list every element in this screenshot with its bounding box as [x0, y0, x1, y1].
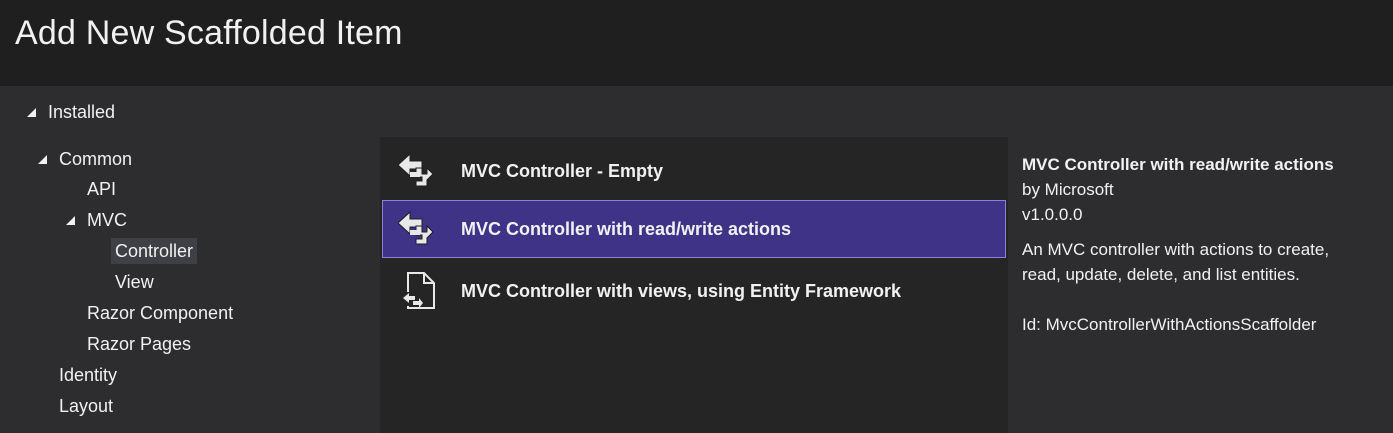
details-version: v1.0.0.0 [1022, 205, 1083, 224]
list-item-label: MVC Controller - Empty [461, 161, 664, 181]
scaffolder-list[interactable]: MVC Controller - Empty MVC Controller wi… [380, 137, 1008, 433]
list-item-mvc-controller-entity-framework[interactable]: MVC Controller with views, using Entity … [382, 262, 1006, 320]
tree-label-razor-component: Razor Component [87, 303, 234, 323]
tree-label-view: View [115, 272, 154, 292]
tree-label-razor-pages: Razor Pages [87, 334, 192, 354]
tree-label-api: API [87, 179, 117, 199]
list-item-mvc-controller-read-write[interactable]: MVC Controller with read/write actions [382, 200, 1006, 258]
list-item-mvc-controller-empty[interactable]: MVC Controller - Empty [382, 142, 1006, 200]
details-author: by Microsoft [1022, 180, 1114, 199]
expanded-triangle-icon[interactable] [65, 207, 79, 233]
list-item-label: MVC Controller with views, using Entity … [461, 281, 902, 301]
dialog-title-bar: Add New Scaffolded Item [0, 0, 1393, 86]
details-id: Id: MvcControllerWithActionsScaffolder [1022, 315, 1317, 334]
controller-icon [394, 208, 440, 250]
tree-label-installed: Installed [48, 102, 116, 122]
tree-label-mvc: MVC [87, 210, 127, 230]
expanded-triangle-icon[interactable] [37, 146, 51, 172]
expanded-triangle-icon[interactable] [26, 99, 40, 125]
list-item-label: MVC Controller with read/write actions [461, 219, 792, 239]
tree-label-identity: Identity [59, 365, 118, 385]
details-panel: MVC Controller with read/write actions b… [1022, 152, 1382, 337]
tree-label-controller: Controller [111, 238, 198, 264]
dialog-body: Installed Common API MVC Controller View… [0, 86, 1393, 433]
details-description: An MVC controller with actions to create… [1022, 240, 1330, 284]
tree-label-layout: Layout [59, 396, 114, 416]
tree-label-common: Common [59, 149, 133, 169]
dialog-title: Add New Scaffolded Item [15, 14, 403, 52]
document-controller-icon [394, 270, 440, 312]
controller-icon [394, 150, 440, 192]
details-title: MVC Controller with read/write actions [1022, 155, 1334, 174]
